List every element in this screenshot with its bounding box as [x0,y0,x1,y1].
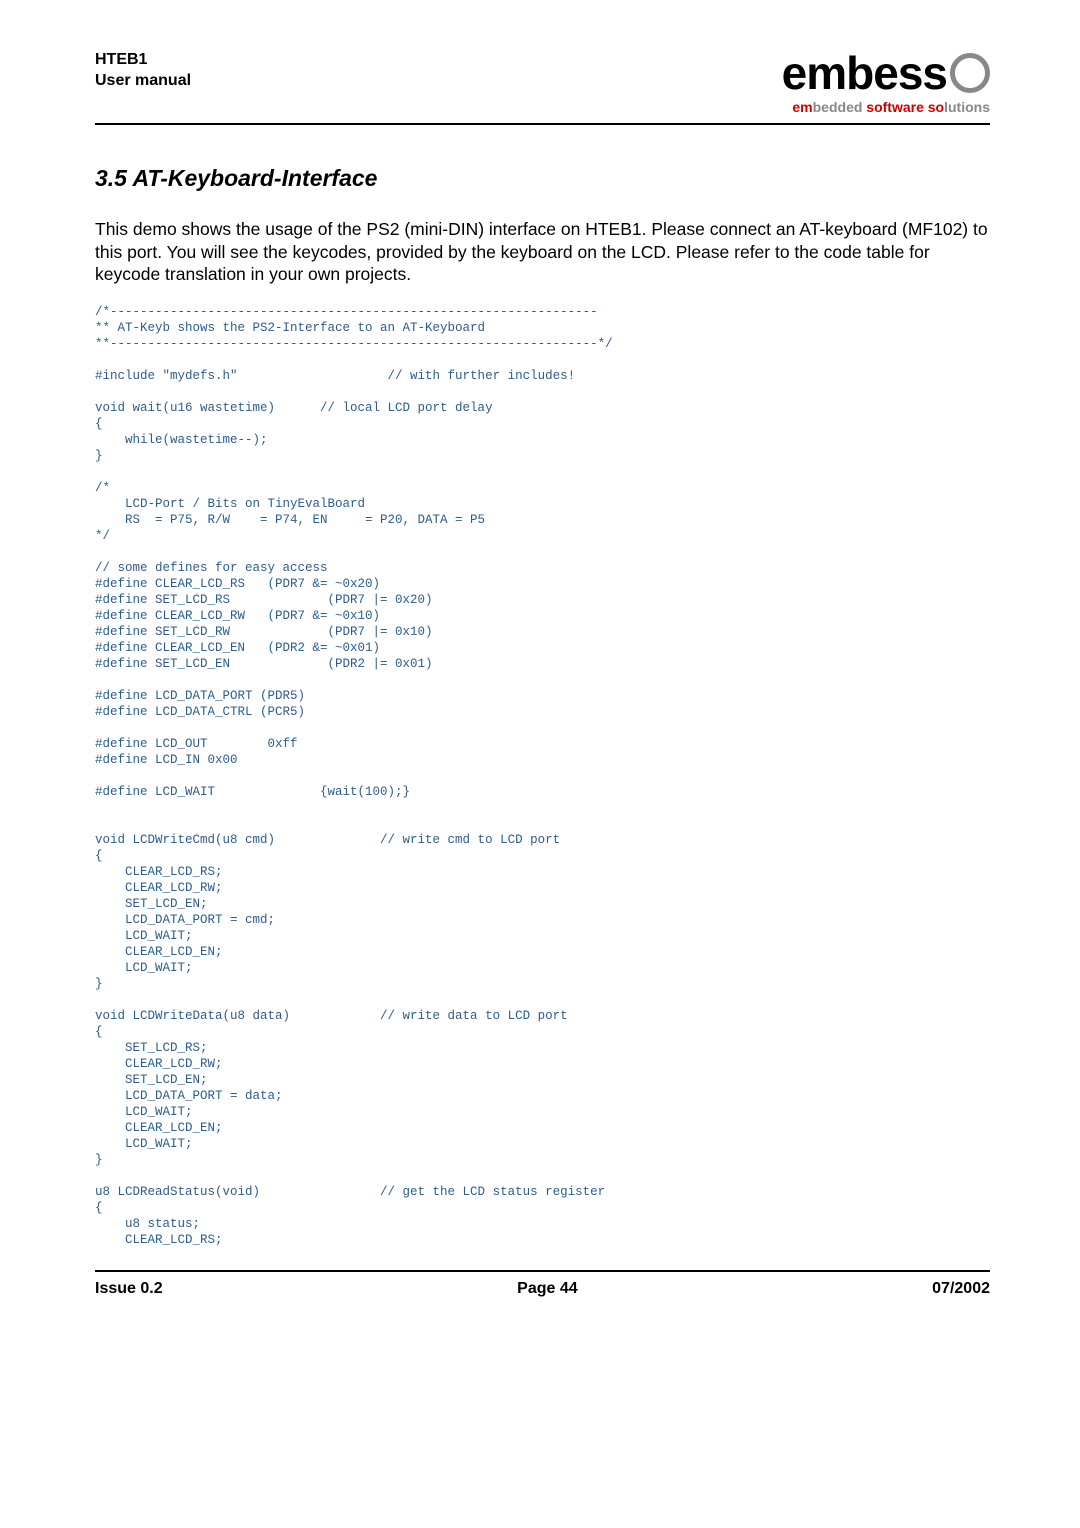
footer-date: 07/2002 [932,1280,990,1298]
page-footer: Issue 0.2 Page 44 07/2002 [95,1280,990,1298]
footer-page: Page 44 [517,1280,577,1298]
page-header: HTEB1 User manual embess embedded softwa… [95,50,990,115]
logo: embess embedded software solutions [782,50,990,115]
logo-tagline: embedded software solutions [792,99,990,115]
intro-paragraph: This demo shows the usage of the PS2 (mi… [95,218,990,286]
doc-title: HTEB1 User manual [95,50,191,92]
logo-wordmark: embess [782,50,990,97]
doc-title-line1: HTEB1 [95,50,191,71]
footer-issue: Issue 0.2 [95,1280,163,1298]
code-block: /*--------------------------------------… [95,304,990,1248]
logo-ring-icon [950,53,990,93]
header-divider [95,123,990,125]
footer-divider [95,1270,990,1272]
doc-title-line2: User manual [95,71,191,92]
section-heading: 3.5 AT-Keyboard-Interface [95,165,990,192]
